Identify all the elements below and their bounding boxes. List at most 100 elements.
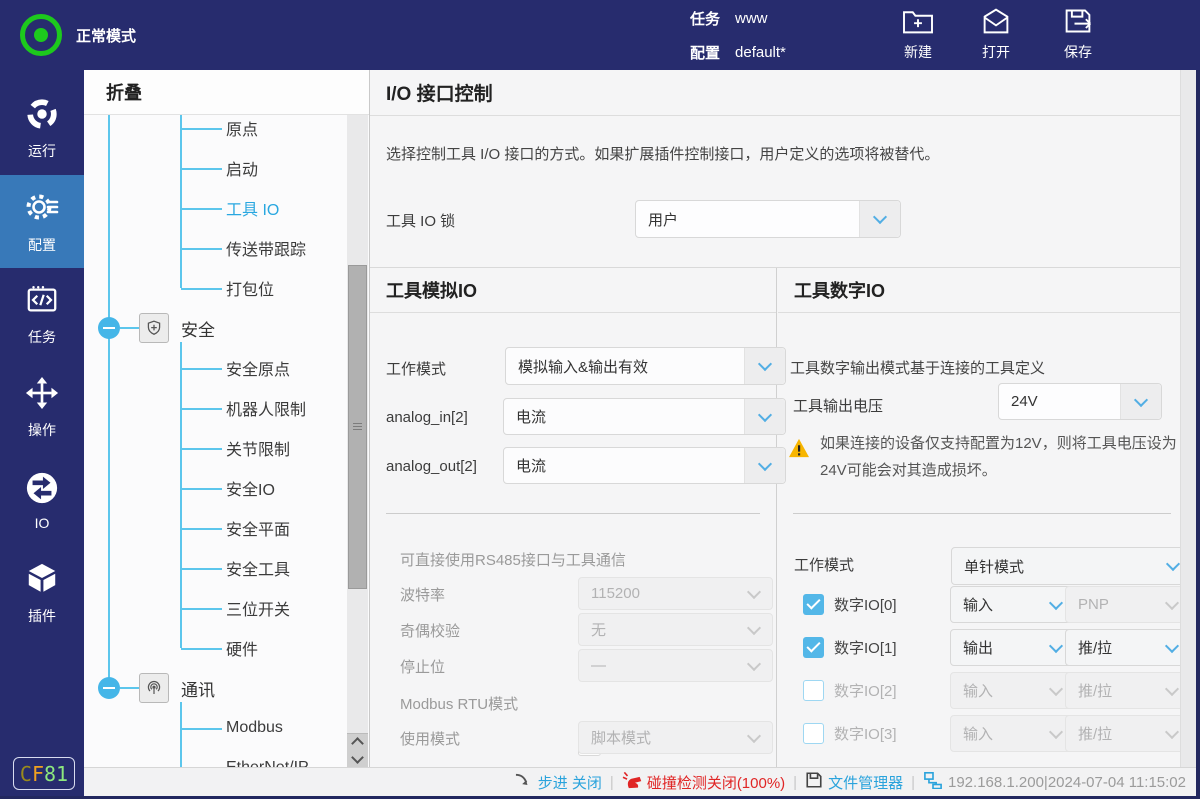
tree-item-tool-io[interactable]: 工具 IO (84, 188, 347, 228)
modbus-rtu-label: Modbus RTU模式 (400, 693, 518, 714)
step-toggle[interactable]: 步进 关闭 (514, 772, 602, 793)
use-mode-select: 脚本模式 (578, 721, 773, 754)
analog-out-select[interactable]: 电流 (503, 447, 786, 484)
robot-model-badge[interactable]: CF81 (13, 757, 75, 790)
dio1-checkbox[interactable] (803, 637, 824, 658)
tree-item-joint-limits[interactable]: 关节限制 (84, 428, 347, 468)
config-value[interactable]: default* (735, 44, 786, 61)
scroll-up-icon[interactable] (351, 737, 364, 750)
analog-out-label: analog_out[2] (386, 458, 477, 475)
collapse-header[interactable]: 折叠 (84, 70, 369, 115)
network-icon (923, 771, 943, 793)
antenna-icon (139, 673, 169, 703)
shield-icon (139, 313, 169, 343)
open-file-icon (980, 7, 1012, 38)
dio3-direction-select: 输入 (950, 715, 1075, 752)
parity-label: 奇偶校验 (400, 620, 460, 641)
task-row: 任务 www (690, 8, 768, 29)
task-value[interactable]: www (735, 10, 768, 27)
tree-item-origin[interactable]: 原点 (84, 115, 347, 148)
digital-io-row: 数字IO[2] 输入 推/拉 (778, 672, 1180, 708)
main-scrollbar-track[interactable] (1180, 70, 1196, 767)
scroll-down-icon[interactable] (351, 751, 364, 764)
digital-io-row: 数字IO[0] 输入 PNP (778, 586, 1180, 622)
analog-work-mode-select[interactable]: 模拟输入&输出有效 (505, 347, 786, 385)
save-button[interactable]: 保存 (1043, 7, 1113, 62)
io-control-section: I/O 接口控制 选择控制工具 I/O 接口的方式。如果扩展插件控制接口，用户定… (370, 70, 1180, 268)
analog-in-label: analog_in[2] (386, 409, 468, 426)
divider (386, 513, 760, 514)
run-icon (25, 97, 59, 134)
dio1-direction-select[interactable]: 输出 (950, 629, 1075, 666)
dio2-checkbox[interactable] (803, 680, 824, 701)
tree-item-communication[interactable]: 通讯 (84, 668, 347, 708)
file-manager-icon (805, 771, 823, 793)
network-status[interactable]: 192.168.1.200|2024-07-04 11:15:02 (923, 771, 1186, 793)
sidebar-item-label: 任务 (28, 327, 56, 347)
tree-item-safety-tool[interactable]: 安全工具 (84, 548, 347, 588)
tree-scrollbar[interactable] (347, 115, 368, 767)
tree-item-three-position-switch[interactable]: 三位开关 (84, 588, 347, 628)
digital-work-mode-label: 工作模式 (794, 554, 854, 575)
tool-voltage-select[interactable]: 24V (998, 383, 1162, 420)
file-manager-button[interactable]: 文件管理器 (805, 771, 903, 793)
sidebar-item-task[interactable]: 任务 (0, 268, 84, 361)
tool-io-lock-select[interactable]: 用户 (635, 200, 901, 238)
collapse-minus-icon[interactable] (98, 317, 120, 339)
tree-item-safety[interactable]: 安全 (84, 308, 347, 348)
dio3-checkbox[interactable] (803, 723, 824, 744)
tree-item-pack-position[interactable]: 打包位 (84, 268, 347, 308)
rs485-note: 可直接使用RS485接口与工具通信 (400, 549, 626, 570)
sidebar-item-operate[interactable]: 操作 (0, 361, 84, 454)
open-button-label: 打开 (982, 42, 1010, 62)
robot-status-ring-icon (20, 14, 62, 56)
tree-item-safety-plane[interactable]: 安全平面 (84, 508, 347, 548)
tool-voltage-label: 工具输出电压 (793, 395, 883, 416)
tree-scrollbar-buttons[interactable] (347, 733, 368, 767)
dio0-checkbox[interactable] (803, 594, 824, 615)
new-button[interactable]: 新建 (883, 7, 953, 62)
task-label: 任务 (690, 8, 720, 29)
new-file-icon (902, 7, 934, 38)
tree-item-startup[interactable]: 启动 (84, 148, 347, 188)
section-description: 选择控制工具 I/O 接口的方式。如果扩展插件控制接口，用户定义的选项将被替代。 (386, 143, 939, 164)
use-mode-label: 使用模式 (400, 728, 460, 749)
sidebar-item-label: 运行 (28, 141, 56, 161)
top-bar: 正常模式 任务 www 配置 default* 新建 打开 (0, 0, 1200, 70)
chevron-down-icon (1120, 384, 1161, 419)
sidebar-item-config[interactable]: 配置 (0, 175, 84, 268)
new-button-label: 新建 (904, 42, 932, 62)
tree-item-conveyor-tracking[interactable]: 传送带跟踪 (84, 228, 347, 268)
digital-work-mode-select[interactable]: 单针模式 (951, 547, 1192, 585)
sidebar-item-plugin[interactable]: 插件 (0, 547, 84, 640)
tool-io-lock-label: 工具 IO 锁 (386, 210, 455, 231)
collision-status[interactable]: 碰撞检测关闭(100%) (622, 771, 785, 793)
dio0-direction-select[interactable]: 输入 (950, 586, 1075, 623)
collapse-minus-icon[interactable] (98, 677, 120, 699)
gear-icon (24, 189, 60, 228)
dio0-label: 数字IO[0] (834, 594, 897, 615)
stop-bit-label: 停止位 (400, 656, 445, 677)
tree-item-safety-io[interactable]: 安全IO (84, 468, 347, 508)
sidebar-item-io[interactable]: IO (0, 454, 84, 547)
tree-item-ethernet-ip[interactable]: EtherNet/IP (84, 748, 347, 767)
warning-text-line2: 24V可能会对其造成损坏。 (820, 459, 997, 480)
ip-datetime-text: 192.168.1.200|2024-07-04 11:15:02 (948, 774, 1186, 791)
work-mode-label: 工作模式 (386, 358, 446, 379)
digital-io-row: 数字IO[1] 输出 推/拉 (778, 629, 1180, 665)
analog-in-select[interactable]: 电流 (503, 398, 786, 435)
tree-item-modbus[interactable]: Modbus (84, 708, 347, 748)
sidebar-item-run[interactable]: 运行 (0, 82, 84, 175)
tree-item-hardware[interactable]: 硬件 (84, 628, 347, 668)
tree-item-safety-origin[interactable]: 安全原点 (84, 348, 347, 388)
open-button[interactable]: 打开 (961, 7, 1031, 62)
baud-rate-select: 115200 (578, 577, 773, 610)
tool-digital-io-panel: 工具数字IO 工具数字输出模式基于连接的工具定义 工具输出电压 24V 如果连接… (778, 268, 1180, 767)
dio1-type-select[interactable]: 推/拉 (1065, 629, 1191, 666)
tree-item-robot-limits[interactable]: 机器人限制 (84, 388, 347, 428)
tree-scrollbar-thumb[interactable] (348, 265, 367, 589)
config-tree: 原点 启动 工具 IO 传送带跟踪 打包位 安全 安全原点 (84, 115, 347, 767)
config-label: 配置 (690, 42, 720, 63)
dio2-label: 数字IO[2] (834, 680, 897, 701)
dio1-label: 数字IO[1] (834, 637, 897, 658)
